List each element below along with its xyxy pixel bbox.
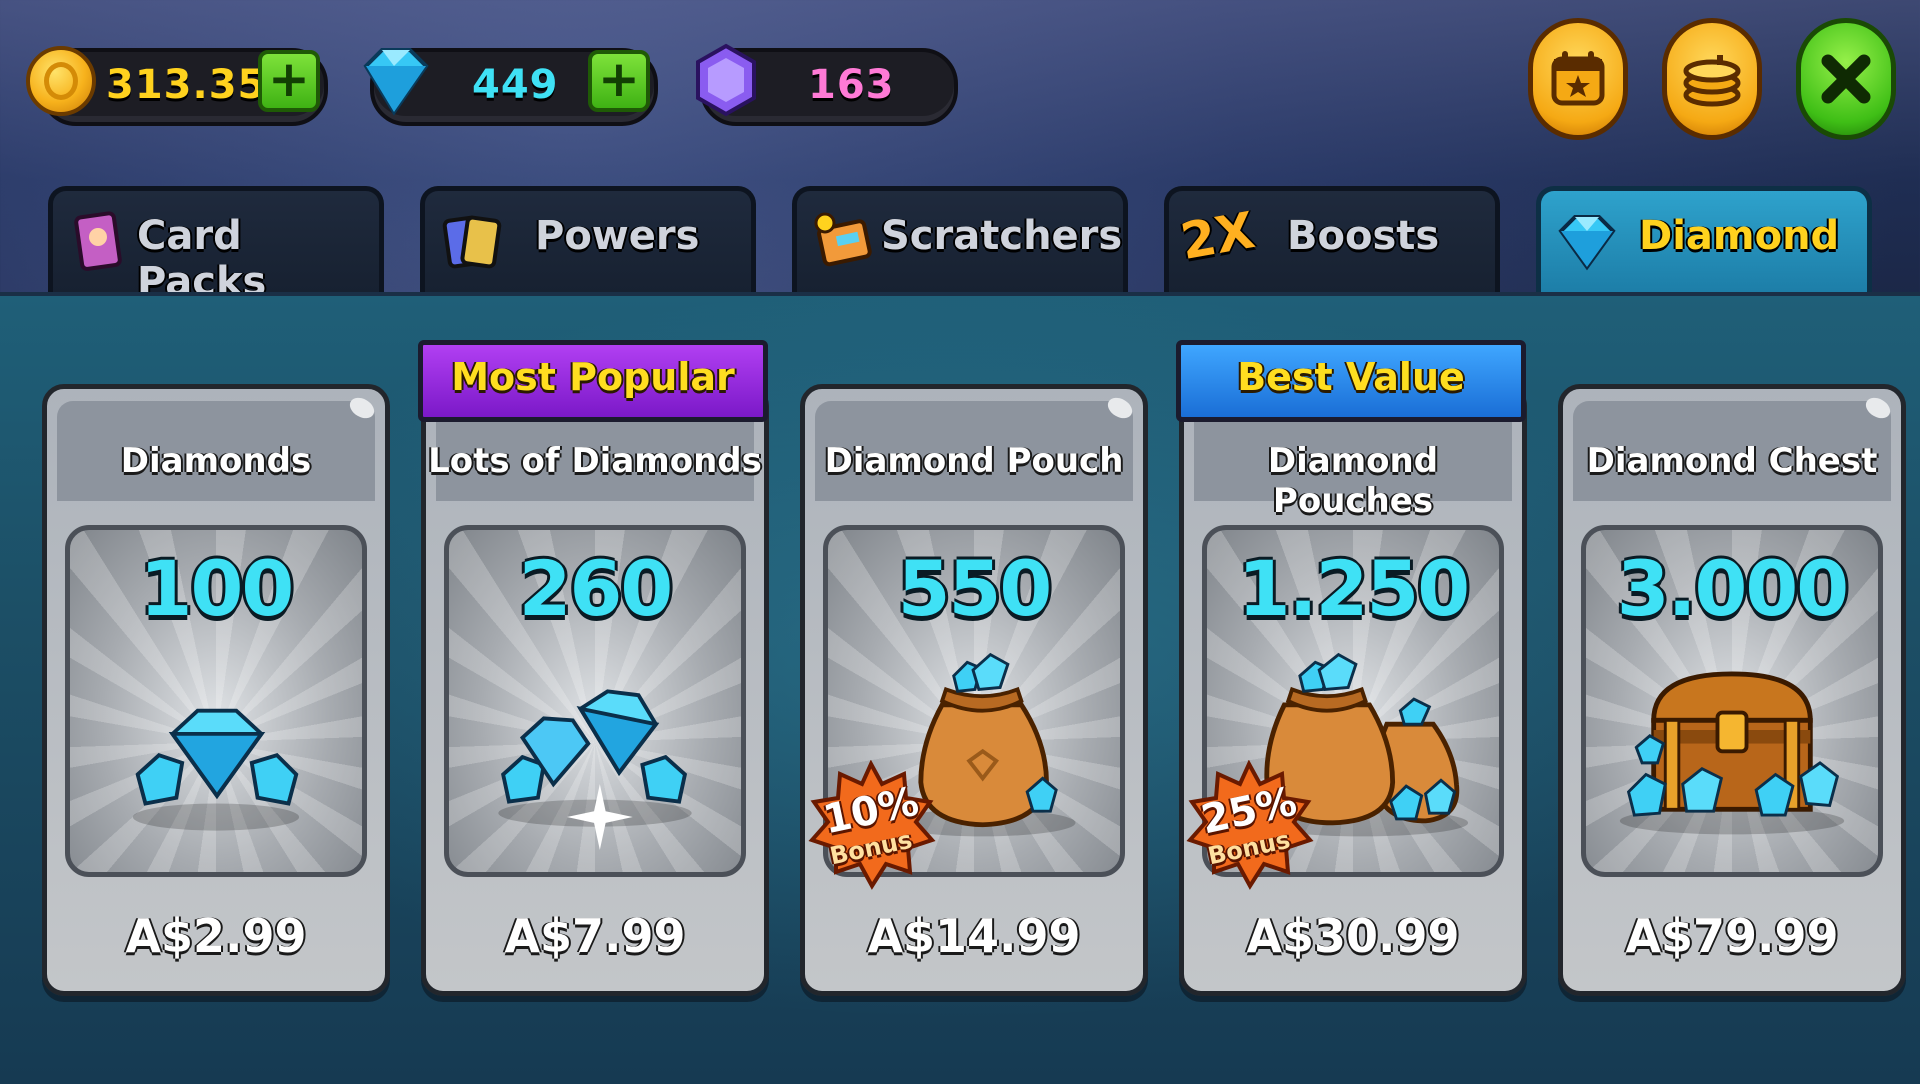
tab-label: Scratchers xyxy=(881,213,1123,259)
close-icon xyxy=(1821,54,1871,104)
card-pack-icon xyxy=(74,211,122,271)
diamond-balance: 449 xyxy=(472,62,559,108)
best-value-ribbon: Best Value xyxy=(1176,340,1526,422)
diamond-icon xyxy=(1558,215,1616,271)
bonus-badge: 25% Bonus xyxy=(1184,760,1314,890)
price-button[interactable]: A$7.99 xyxy=(426,909,764,963)
tab-boosts[interactable]: 2X Boosts xyxy=(1164,186,1500,292)
product-card[interactable]: Diamond Pouch 550 A$14.99 xyxy=(800,384,1148,996)
gem-balance: 163 xyxy=(808,62,895,108)
price-button[interactable]: A$14.99 xyxy=(805,909,1143,963)
product-card[interactable]: Lots of Diamonds 260 A$7.99 xyxy=(421,384,769,996)
product-card[interactable]: Diamonds 100 A$2.99 xyxy=(42,384,390,996)
tab-label: Boosts xyxy=(1287,213,1440,259)
tab-powers[interactable]: Powers xyxy=(420,186,756,292)
calendar-button[interactable] xyxy=(1528,18,1628,140)
product-image: 3.000 xyxy=(1581,525,1883,877)
diamond-amount: 260 xyxy=(518,544,674,633)
product-card[interactable]: Diamond Pouches 1.250 A$30.99 xyxy=(1179,384,1527,996)
product-title: Diamond Chest xyxy=(1586,441,1878,481)
product-title: Diamond Pouches xyxy=(1267,441,1439,521)
2x-boost-icon: 2X xyxy=(1176,201,1259,271)
purple-gem-icon xyxy=(696,43,756,117)
product-image: 260 xyxy=(444,525,746,877)
close-button[interactable] xyxy=(1796,18,1896,140)
tab-diamond[interactable]: Diamond xyxy=(1536,186,1872,292)
price-button[interactable]: A$2.99 xyxy=(47,909,385,963)
diamond-amount: 550 xyxy=(897,544,1053,633)
tab-label: Diamond xyxy=(1639,213,1840,259)
diamond-amount: 100 xyxy=(139,544,295,633)
tab-scratchers[interactable]: Scratchers xyxy=(792,186,1128,292)
product-image: 100 xyxy=(65,525,367,877)
tab-label: Powers xyxy=(535,213,700,259)
price-button[interactable]: A$79.99 xyxy=(1563,909,1901,963)
product-title: Diamonds xyxy=(120,441,312,481)
calendar-star-icon xyxy=(1551,51,1605,106)
bonus-badge: 10% Bonus xyxy=(806,760,936,890)
ribbon-label: Most Popular xyxy=(451,355,735,399)
coin-rewards-button[interactable] xyxy=(1662,18,1762,140)
ribbon-label: Best Value xyxy=(1237,355,1465,399)
product-card[interactable]: Diamond Chest 3.000 A$79.99 xyxy=(1558,384,1906,996)
diamond-icon xyxy=(363,48,429,116)
price-button[interactable]: A$30.99 xyxy=(1184,909,1522,963)
stacked-coins-icon xyxy=(1683,55,1741,107)
diamond-amount: 3.000 xyxy=(1616,544,1849,633)
power-cards-icon xyxy=(442,215,502,269)
tab-card-packs[interactable]: Card Packs xyxy=(48,186,384,305)
add-diamonds-button[interactable]: + xyxy=(588,50,650,112)
diamond-amount: 1.250 xyxy=(1237,544,1470,633)
scratcher-ticket-icon xyxy=(814,212,872,267)
product-title: Lots of Diamonds xyxy=(428,441,762,481)
product-title: Diamond Pouch xyxy=(824,441,1124,481)
add-coins-button[interactable]: + xyxy=(258,50,320,112)
coin-icon xyxy=(26,46,96,116)
most-popular-ribbon: Most Popular xyxy=(418,340,768,422)
